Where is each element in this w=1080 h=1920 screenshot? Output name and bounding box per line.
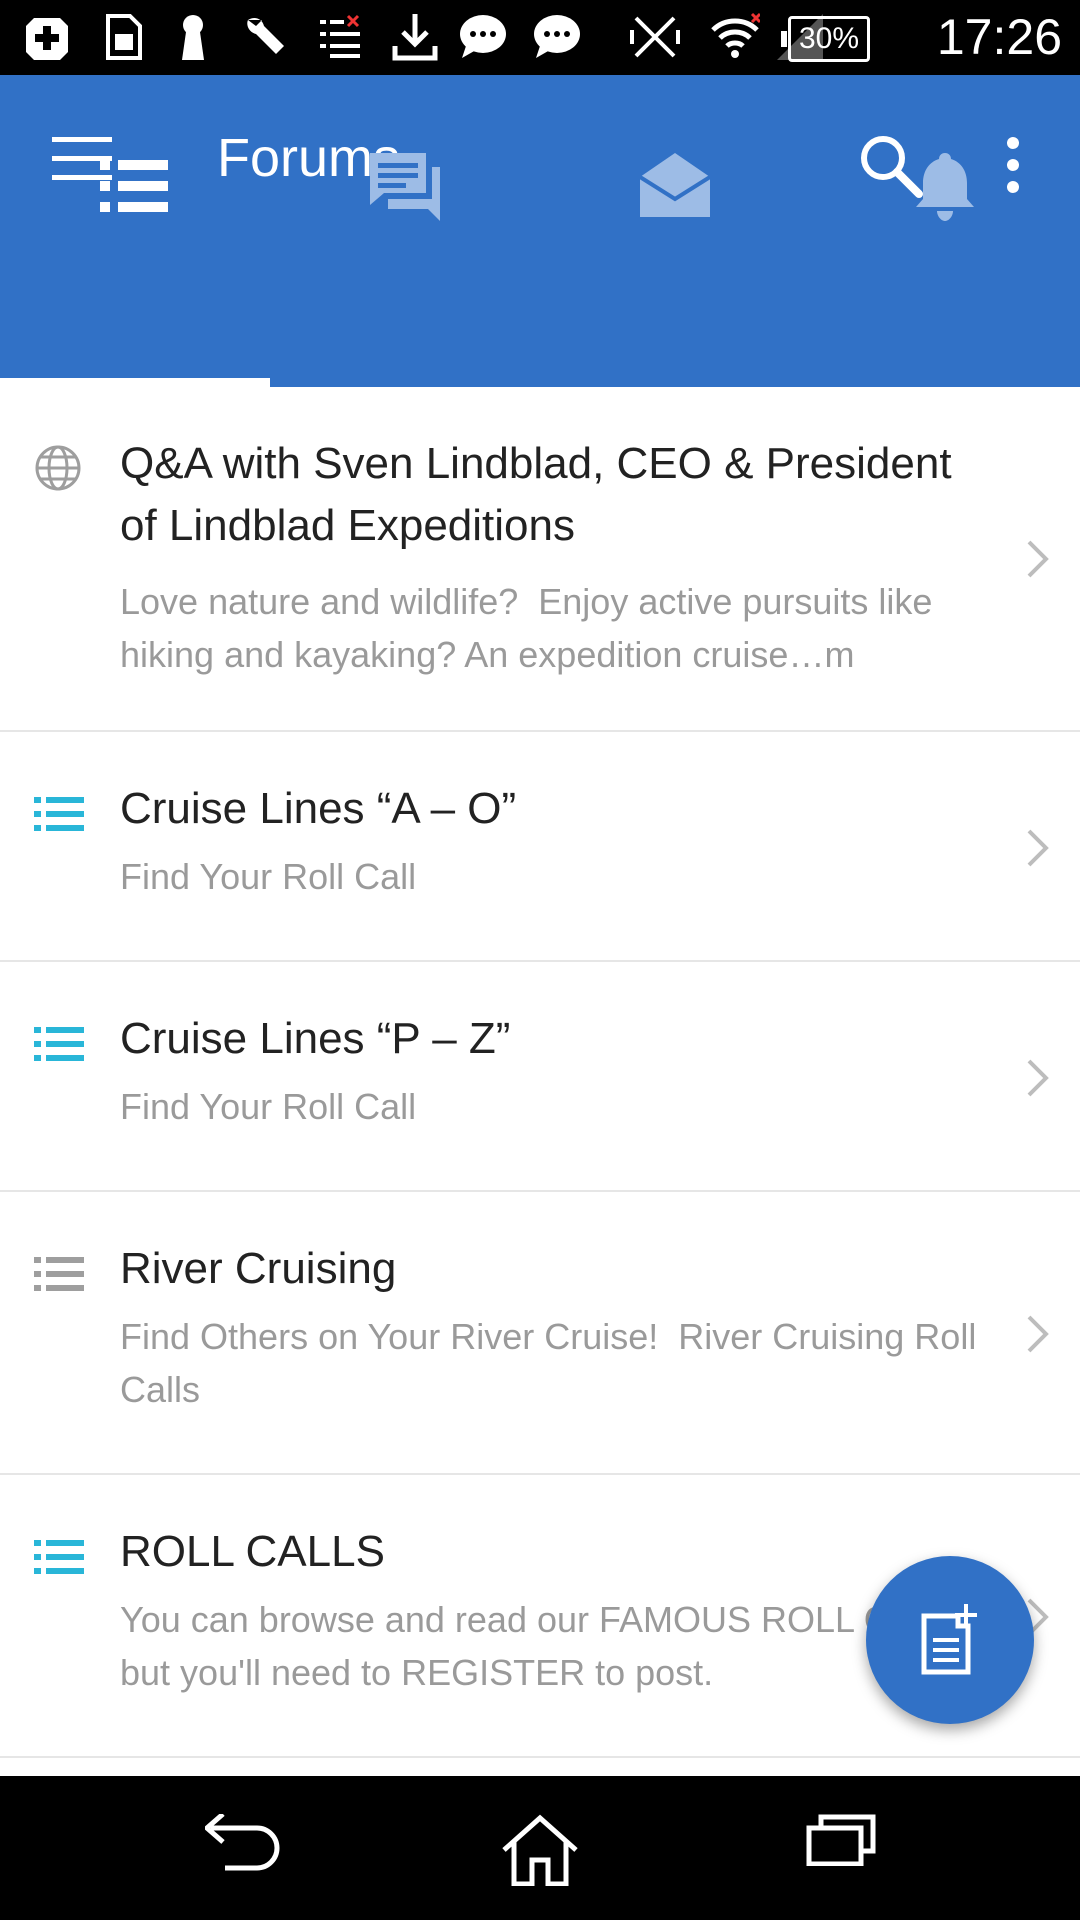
chevron-right-icon — [1027, 829, 1049, 867]
chat-bubbles-icon — [370, 153, 440, 221]
plus-box-icon — [26, 18, 68, 60]
chevron-right-icon — [1027, 1315, 1049, 1353]
tab-notifications[interactable] — [810, 75, 1080, 221]
list-icon — [100, 160, 168, 212]
clock: 17:26 — [936, 9, 1062, 65]
list-icon — [34, 1027, 84, 1061]
forum-description: You can browse and read our FAMOUS ROLL … — [120, 1599, 988, 1693]
vibrate-off-icon — [630, 16, 680, 58]
status-bar: 30% 17:26 — [0, 0, 1080, 75]
forum-description: Find Your Roll Call — [120, 1086, 417, 1127]
forum-title: Cruise Lines “A – O” — [120, 784, 517, 833]
globe-icon — [35, 445, 81, 491]
wifi-icon — [711, 12, 760, 58]
list-item[interactable]: Cruise Lines “P – Z” Find Your Roll Call — [0, 962, 1080, 1192]
home-icon[interactable] — [500, 1814, 580, 1886]
envelope-open-icon — [640, 153, 710, 217]
bell-icon — [916, 153, 974, 221]
tab-forums[interactable] — [0, 75, 270, 212]
forum-description: Find Others on Your River Cruise! River … — [120, 1316, 987, 1410]
tab-inbox[interactable] — [540, 75, 810, 217]
list-item[interactable]: River Cruising Find Others on Your River… — [0, 1192, 1080, 1475]
list-item[interactable]: Q&A with Sven Lindblad, CEO & President … — [0, 387, 1080, 732]
list-icon — [34, 1540, 84, 1574]
new-post-button[interactable] — [866, 1556, 1034, 1724]
forum-title: Q&A with Sven Lindblad, CEO & President … — [120, 439, 952, 550]
forum-title: ROLL CALLS — [120, 1527, 385, 1576]
chevron-right-icon — [1027, 1059, 1049, 1097]
list-item[interactable]: Cruise Lines “A – O” Find Your Roll Call — [0, 732, 1080, 962]
tab-conversations[interactable] — [270, 75, 540, 221]
download-icon — [392, 14, 438, 61]
forum-title: River Cruising — [120, 1244, 397, 1293]
list-icon — [34, 797, 84, 831]
sim-card-icon — [106, 14, 142, 60]
chat-icon — [534, 15, 580, 58]
battery-indicator: 30% — [781, 16, 870, 62]
forum-description: Find Your Roll Call — [120, 856, 417, 897]
tab-indicator — [0, 378, 270, 387]
chevron-right-icon — [1027, 540, 1049, 578]
new-post-icon — [921, 1604, 977, 1675]
task-list-icon — [320, 14, 360, 58]
back-icon[interactable] — [205, 1814, 281, 1874]
forum-title: Cruise Lines “P – Z” — [120, 1014, 511, 1063]
recent-apps-icon[interactable] — [805, 1814, 877, 1866]
forum-list: Q&A with Sven Lindblad, CEO & President … — [0, 387, 1080, 1758]
keyhole-icon — [182, 15, 204, 60]
chat-icon — [460, 15, 506, 58]
app-bar: Forums — [0, 75, 1080, 387]
wrench-icon — [247, 18, 284, 54]
list-icon — [34, 1257, 84, 1291]
forum-description: Love nature and wildlife? Enjoy active p… — [120, 581, 943, 675]
system-nav-bar — [0, 1776, 1080, 1920]
